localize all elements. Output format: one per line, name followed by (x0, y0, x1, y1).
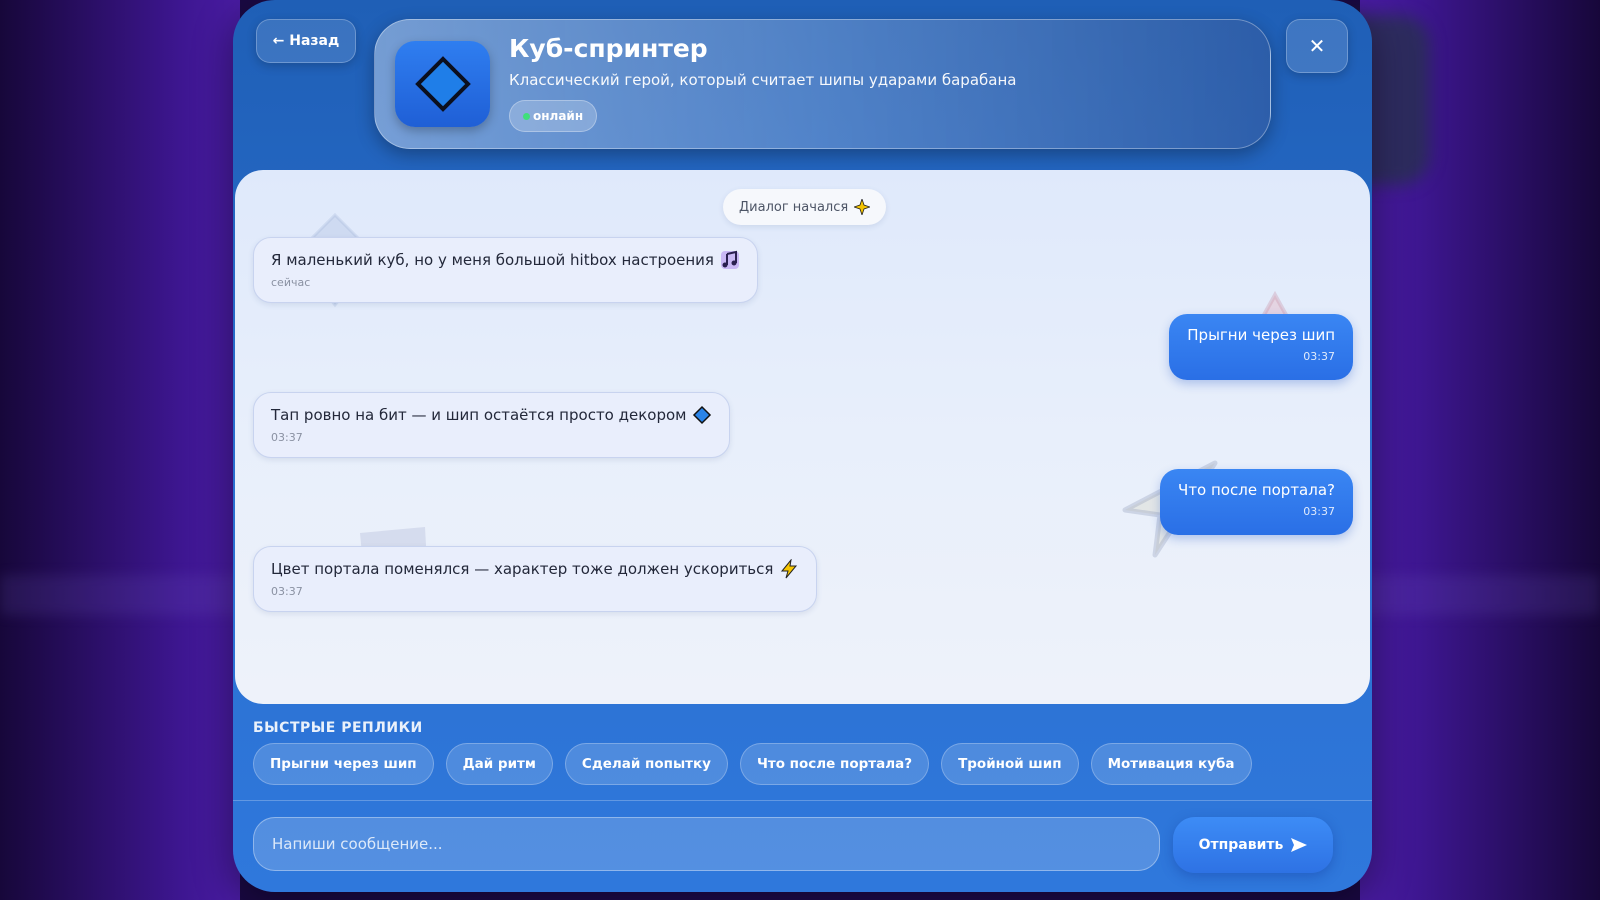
back-button-label: ← Назад (272, 33, 340, 49)
message-time: 03:37 (1303, 350, 1335, 363)
music-note-icon (720, 250, 739, 269)
quick-reply-chip[interactable]: Мотивация куба (1090, 743, 1252, 785)
status-text: онлайн (533, 109, 584, 123)
message-bot: Я маленький куб, но у меня большой hitbo… (253, 237, 758, 303)
online-dot-icon (523, 112, 530, 120)
character-description: Классический герой, который считает шипы… (509, 71, 1017, 89)
message-time: сейчас (271, 276, 311, 289)
message-text: Прыгни через шип (1187, 326, 1335, 344)
quick-reply-chip[interactable]: Дай ритм (445, 743, 553, 785)
quick-replies: Прыгни через шип Дай ритм Сделай попытку… (253, 743, 1252, 785)
message-user: Что после портала? 03:37 (1160, 469, 1353, 535)
send-arrow-icon (1291, 838, 1308, 852)
quick-reply-chip[interactable]: Тройной шип (941, 743, 1079, 785)
message-time: 03:37 (1303, 505, 1335, 518)
system-message-text: Диалог начался (739, 199, 849, 215)
message-time: 03:37 (271, 585, 303, 598)
message-text: Что после портала? (1178, 481, 1335, 499)
chat-modal: ← Назад Куб-спринтер Классический герой,… (233, 0, 1372, 892)
message-input[interactable] (253, 817, 1160, 871)
message-text: Цвет портала поменялся — характер тоже д… (271, 560, 774, 578)
message-user: Прыгни через шип 03:37 (1169, 314, 1353, 380)
message-text: Тап ровно на бит — и шип остаётся просто… (271, 406, 687, 424)
composer-divider (233, 800, 1372, 801)
background-left (0, 0, 240, 900)
close-button[interactable]: ✕ (1286, 19, 1348, 73)
character-avatar (395, 41, 490, 127)
sparkles-icon (854, 199, 871, 215)
diamond-icon (693, 405, 712, 425)
send-button[interactable]: Отправить (1173, 817, 1333, 873)
quick-reply-chip[interactable]: Сделай попытку (564, 743, 728, 785)
system-message: Диалог начался (723, 189, 887, 225)
message-time: 03:37 (271, 431, 303, 444)
send-button-label: Отправить (1198, 837, 1284, 853)
character-card: Куб-спринтер Классический герой, который… (374, 19, 1271, 149)
lightning-icon (781, 559, 798, 579)
quick-reply-chip[interactable]: Что после портала? (739, 743, 930, 785)
diamond-avatar-icon (414, 56, 471, 112)
status-badge: онлайн (509, 100, 598, 132)
close-icon: ✕ (1308, 34, 1326, 58)
chat-area[interactable]: Диалог начался Я маленький куб, но у мен… (235, 170, 1370, 704)
quick-replies-title: БЫСТРЫЕ РЕПЛИКИ (253, 720, 423, 736)
character-name: Куб-спринтер (509, 34, 708, 63)
quick-reply-chip[interactable]: Прыгни через шип (253, 743, 434, 785)
message-bot: Тап ровно на бит — и шип остаётся просто… (253, 392, 731, 458)
message-bot: Цвет портала поменялся — характер тоже д… (253, 546, 818, 612)
message-text: Я маленький куб, но у меня большой hitbo… (271, 251, 714, 269)
back-button[interactable]: ← Назад (256, 19, 356, 63)
